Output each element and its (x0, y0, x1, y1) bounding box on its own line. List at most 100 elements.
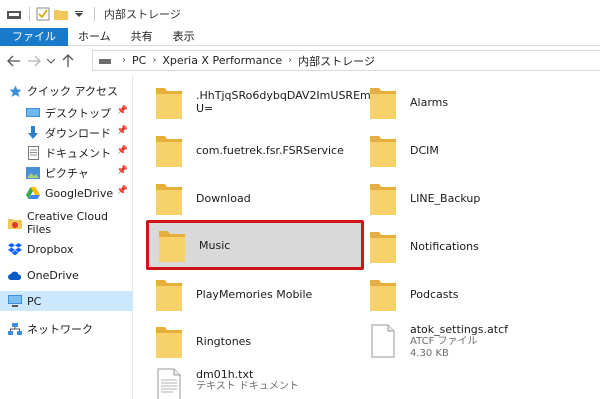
tab-share[interactable]: 共有 (121, 28, 163, 46)
folder-icon (156, 324, 182, 358)
properties-icon[interactable] (35, 6, 51, 22)
pin-icon[interactable]: 📌 (117, 146, 128, 156)
title-separator (94, 7, 95, 21)
pin-icon[interactable]: 📌 (117, 166, 128, 176)
folder-icon (156, 181, 182, 215)
sidebar-item-label: OneDrive (27, 268, 79, 282)
breadcrumb-pc[interactable]: PC (132, 54, 146, 67)
breadcrumb-device[interactable]: Xperia X Performance (162, 54, 282, 67)
folder-item[interactable]: Alarms (358, 79, 568, 125)
file-item[interactable]: dm01h.txt テキスト ドキュメント (144, 364, 356, 399)
item-name: atok_settings.atcf (410, 322, 508, 336)
sidebar-item-downloads[interactable]: ダウンロード 📌 (0, 123, 133, 143)
sidebar-item-label: Creative Cloud Files (27, 210, 109, 236)
generic-file-icon (370, 324, 396, 358)
sidebar-item-pc[interactable]: PC (0, 291, 133, 311)
pin-icon[interactable]: 📌 (117, 126, 128, 136)
folder-item[interactable]: LINE_Backup (358, 175, 568, 221)
folder-item[interactable]: com.fuetrek.fsr.FSRService (144, 127, 356, 173)
download-icon (26, 126, 40, 140)
tab-view[interactable]: 表示 (163, 28, 205, 46)
sidebar-item-label: GoogleDrive (45, 186, 114, 200)
breadcrumb-storage[interactable]: 内部ストレージ (298, 53, 375, 69)
sidebar-item-label: Dropbox (27, 242, 74, 256)
up-arrow-icon[interactable] (58, 51, 78, 71)
sidebar-item-desktop[interactable]: デスクトップ 📌 (0, 103, 133, 123)
folder-item[interactable]: Ringtones (144, 318, 356, 364)
back-arrow-icon[interactable] (4, 51, 24, 71)
item-type: ATCF ファイル (410, 335, 478, 347)
sidebar-item-onedrive[interactable]: OneDrive (0, 265, 133, 285)
drive-icon (99, 57, 111, 65)
pictures-icon (26, 166, 40, 180)
folder-item-music-selected[interactable]: Music (146, 220, 364, 270)
recent-locations-icon[interactable] (44, 51, 58, 71)
toolbar-separator (29, 7, 30, 21)
pin-icon[interactable]: 📌 (117, 106, 128, 116)
item-name: PlayMemories Mobile (196, 287, 313, 301)
onedrive-icon (8, 268, 22, 282)
sidebar-item-network[interactable]: ネットワーク (0, 319, 133, 339)
sidebar-item-label: PC (27, 294, 42, 308)
creative-cloud-icon (8, 216, 22, 230)
ribbon-tabs: ファイル ホーム 共有 表示 (0, 28, 600, 46)
forward-arrow-icon[interactable] (24, 51, 44, 71)
breadcrumb-separator: › (288, 55, 293, 66)
breadcrumb-separator: › (152, 55, 157, 66)
sidebar-item-creative-cloud[interactable]: Creative Cloud Files (0, 210, 133, 236)
tab-home[interactable]: ホーム (68, 28, 121, 46)
new-folder-icon[interactable] (53, 6, 69, 22)
folder-item[interactable]: .HhTjqSRo6dybqDAV2ImUSREmnZ U= (144, 79, 385, 125)
item-name: dm01h.txt (196, 368, 254, 381)
sidebar-item-label: ドキュメント (45, 147, 111, 160)
folder-icon (370, 277, 396, 311)
file-list: .HhTjqSRo6dybqDAV2ImUSREmnZ U= Alarms co… (134, 75, 600, 399)
sidebar-item-googledrive[interactable]: GoogleDrive 📌 (0, 183, 133, 203)
sidebar-item-quick-access[interactable]: クイック アクセス (0, 81, 133, 101)
item-name: com.fuetrek.fsr.FSRService (196, 143, 344, 157)
sidebar-item-dropbox[interactable]: Dropbox (0, 239, 133, 259)
sidebar-item-label: ネットワーク (27, 323, 93, 336)
window-icon[interactable] (6, 6, 22, 22)
sidebar-item-label: クイック アクセス (27, 85, 118, 98)
document-icon (26, 146, 40, 160)
item-name: DCIM (410, 143, 439, 157)
folder-icon (370, 133, 396, 167)
tab-file[interactable]: ファイル (0, 28, 68, 46)
folder-icon (370, 85, 396, 119)
address-bar[interactable]: › PC › Xperia X Performance › 内部ストレージ (92, 50, 600, 71)
item-name: Ringtones (196, 334, 252, 348)
item-type: テキスト ドキュメント (196, 381, 299, 392)
title-bar: 内部ストレージ (0, 0, 600, 28)
item-name: Notifications (410, 239, 479, 253)
item-name: Music (199, 238, 231, 252)
folder-icon (156, 277, 182, 311)
item-name: Alarms (410, 95, 449, 109)
item-name-continued: U= (196, 102, 214, 115)
folder-icon (370, 181, 396, 215)
file-item[interactable]: atok_settings.atcf ATCF ファイル 4.30 KB (358, 318, 568, 364)
text-file-icon (156, 368, 182, 399)
folder-item[interactable]: PlayMemories Mobile (144, 271, 356, 317)
dropbox-icon (8, 242, 22, 256)
pin-icon[interactable]: 📌 (117, 186, 128, 196)
sidebar-item-documents[interactable]: ドキュメント 📌 (0, 143, 133, 163)
item-size: 4.30 KB (410, 347, 449, 359)
quick-access-dropdown-icon[interactable] (71, 6, 87, 22)
desktop-icon (26, 106, 40, 120)
breadcrumb-separator: › (122, 55, 126, 66)
item-name: .HhTjqSRo6dybqDAV2ImUSREmnZ (196, 89, 386, 102)
folder-item[interactable]: Notifications (358, 223, 568, 269)
navigation-pane: クイック アクセス デスクトップ 📌 ダウンロード 📌 ドキュメント 📌 ピクチ… (0, 75, 133, 399)
folder-icon (156, 133, 182, 167)
googledrive-icon (26, 186, 40, 200)
folder-item[interactable]: Download (144, 175, 356, 221)
sidebar-item-label: デスクトップ (45, 107, 111, 120)
sidebar-item-label: ピクチャ (45, 167, 89, 180)
folder-icon (370, 229, 396, 263)
sidebar-item-label: ダウンロード (45, 127, 111, 140)
folder-item[interactable]: Podcasts (358, 271, 568, 317)
item-name: LINE_Backup (410, 191, 481, 205)
sidebar-item-pictures[interactable]: ピクチャ 📌 (0, 163, 133, 183)
folder-item[interactable]: DCIM (358, 127, 568, 173)
